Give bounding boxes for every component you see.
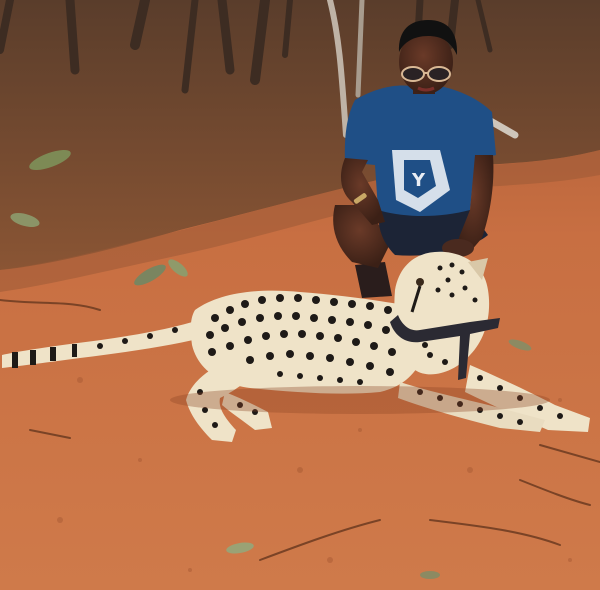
shirt-print-text: Y (411, 170, 426, 191)
photo-scene: Y (0, 0, 600, 590)
photo-canvas: Y (0, 0, 600, 590)
cheetah-eye (416, 278, 424, 286)
cheetah-shadow (170, 386, 550, 414)
